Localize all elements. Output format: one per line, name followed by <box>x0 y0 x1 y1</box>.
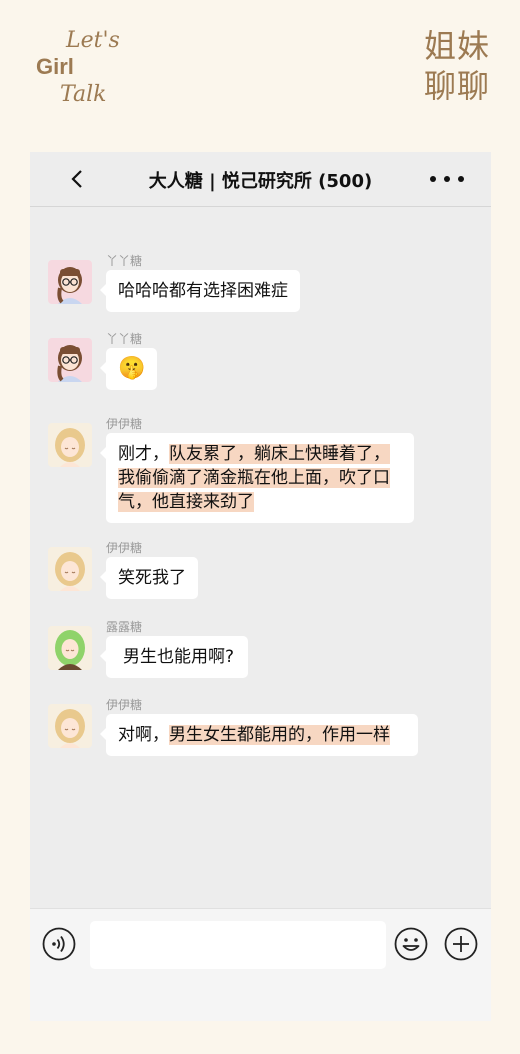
voice-input-icon[interactable] <box>42 927 76 961</box>
sender-name: 露露糖 <box>106 620 143 634</box>
emoji-icon[interactable] <box>394 927 428 961</box>
blonde-girl-avatar[interactable] <box>48 547 92 591</box>
message-input[interactable] <box>90 921 386 969</box>
side-title: 姐妹 聊聊 <box>424 26 490 106</box>
message-bubble[interactable]: 对啊，男生女生都能用的，作用一样 <box>100 714 418 756</box>
message-bubble[interactable]: 男生也能用啊? <box>99 636 249 678</box>
shushing-face-emoji: 🤫 <box>118 356 146 381</box>
sender-name: 伊伊糖 <box>106 541 143 555</box>
sender-name: 丫丫糖 <box>106 254 143 268</box>
logo-line-talk: Talk <box>60 82 107 107</box>
chat-input-bar <box>30 908 491 1021</box>
blonde-girl-avatar[interactable] <box>48 704 92 748</box>
message-bubble[interactable]: 刚才，队友累了，躺床上快睡着了，我偷偷滴了滴金瓶在他上面，吹了口气，他直接来劲了 <box>100 433 414 523</box>
message-bubble[interactable]: 🤫 <box>99 348 158 390</box>
highlighted-text: 男生女生都能用的，作用一样 <box>169 725 390 745</box>
logo-line-girl: Girl <box>36 54 74 79</box>
plus-icon[interactable] <box>444 927 478 961</box>
message-plain-text: 刚才， <box>118 444 169 464</box>
blonde-girl-avatar[interactable] <box>48 423 92 467</box>
chat-window: 大人糖 | 悦己研究所 (500) 丫丫糖 哈哈哈都有选择困难症 丫丫糖 🤫 伊… <box>30 152 491 1021</box>
more-options-icon[interactable] <box>427 169 467 189</box>
lets-girl-talk-logo: Let's Girl Talk <box>36 28 156 108</box>
message-bubble[interactable]: 哈哈哈都有选择困难症 <box>100 270 300 312</box>
girl-glasses-avatar[interactable] <box>48 260 92 304</box>
sender-name: 伊伊糖 <box>106 698 143 712</box>
message-bubble[interactable]: 笑死我了 <box>100 557 198 599</box>
side-title-line1: 姐妹 <box>423 27 490 65</box>
sender-name: 丫丫糖 <box>106 332 143 346</box>
message-plain-text: 对啊， <box>118 725 169 745</box>
sender-name: 伊伊糖 <box>106 417 143 431</box>
chat-title: 大人糖 | 悦己研究所 (500) <box>148 171 373 192</box>
side-title-line2: 聊聊 <box>423 67 490 105</box>
girl-glasses-avatar[interactable] <box>48 338 92 382</box>
green-hair-girl-avatar[interactable] <box>48 626 92 670</box>
logo-line-lets: Let's <box>66 28 120 53</box>
chat-header: 大人糖 | 悦己研究所 (500) <box>30 152 491 207</box>
